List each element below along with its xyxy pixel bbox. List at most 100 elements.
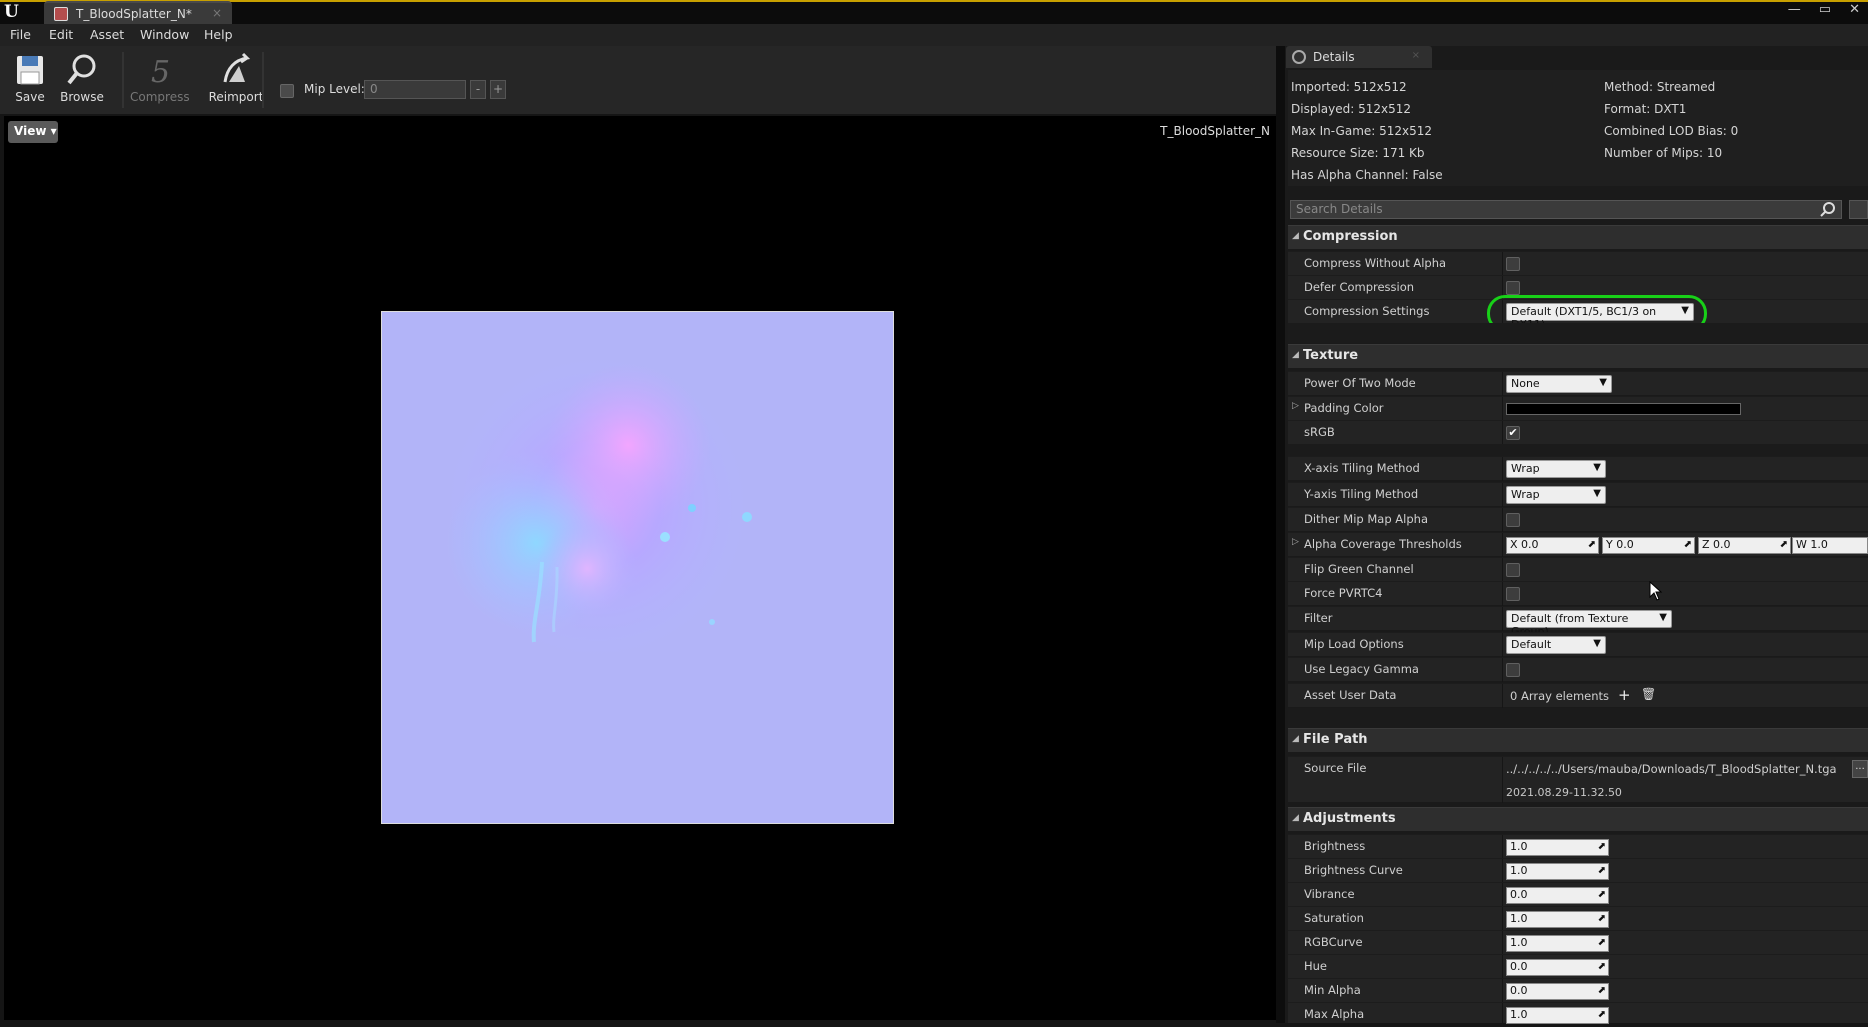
view-options-icon[interactable] xyxy=(1849,200,1868,219)
title-accent-line xyxy=(0,0,1868,2)
drag-icon: ⬈ xyxy=(1779,539,1788,550)
dropdown-value: None xyxy=(1511,377,1540,390)
vector-value: Z 0.0 xyxy=(1702,538,1731,551)
mip-level-checkbox[interactable] xyxy=(280,84,294,98)
compress-without-alpha-checkbox[interactable] xyxy=(1506,257,1520,271)
details-tab-close-icon[interactable]: × xyxy=(1412,50,1420,61)
save-button[interactable]: Save xyxy=(2,52,58,110)
expand-triangle-icon[interactable]: ▷ xyxy=(1292,537,1299,547)
maximize-button[interactable]: ▭ xyxy=(1819,2,1831,22)
row-alpha-coverage: ▷ Alpha Coverage Thresholds X 0.0 ⬈ Y 0.0… xyxy=(1288,532,1868,557)
alpha-coverage-z-input[interactable]: Z 0.0 ⬈ xyxy=(1698,537,1791,554)
vibrance-input[interactable]: 0.0 ⬈ xyxy=(1506,887,1609,904)
view-menu-button[interactable]: View ▾ xyxy=(8,121,58,143)
row-filter: Filter Default (from Texture Group)▼ xyxy=(1288,606,1868,638)
brightness-curve-input[interactable]: 1.0 ⬈ xyxy=(1506,863,1609,880)
info-resource-size: Resource Size: 171 Kb xyxy=(1291,146,1425,160)
category-file-path[interactable]: ◢ File Path xyxy=(1288,728,1868,752)
advanced-expander[interactable] xyxy=(1288,323,1868,343)
force-pvrtc4-checkbox[interactable] xyxy=(1506,587,1520,601)
defer-compression-checkbox[interactable] xyxy=(1506,281,1520,295)
reimport-label: Reimport xyxy=(208,90,264,104)
row-label: Defer Compression xyxy=(1304,280,1415,294)
dither-mip-checkbox[interactable] xyxy=(1506,513,1520,527)
details-search-icon xyxy=(1292,50,1306,64)
alpha-coverage-w-input[interactable]: W 1.0 xyxy=(1792,537,1868,554)
menu-asset[interactable]: Asset xyxy=(90,27,124,42)
alpha-coverage-y-input[interactable]: Y 0.0 ⬈ xyxy=(1602,537,1695,554)
info-imported: Imported: 512x512 xyxy=(1291,80,1407,94)
power-of-two-dropdown[interactable]: None ▼ xyxy=(1506,375,1612,393)
dropdown-arrow-icon: ▼ xyxy=(1659,612,1667,623)
browse-file-button[interactable]: ... xyxy=(1852,760,1868,778)
use-legacy-gamma-checkbox[interactable] xyxy=(1506,663,1520,677)
alpha-coverage-x-input[interactable]: X 0.0 ⬈ xyxy=(1506,537,1599,554)
document-tab-label: T_BloodSplatter_N* xyxy=(76,7,192,21)
category-adjustments[interactable]: ◢ Adjustments xyxy=(1288,807,1868,831)
hue-input[interactable]: 0.0 ⬈ xyxy=(1506,959,1609,976)
menu-help[interactable]: Help xyxy=(204,27,233,42)
min-alpha-input[interactable]: 0.0 ⬈ xyxy=(1506,983,1609,1000)
unreal-logo-icon[interactable]: U xyxy=(4,2,26,22)
add-element-icon[interactable]: + xyxy=(1618,686,1631,704)
info-method: Method: Streamed xyxy=(1604,80,1716,94)
document-tab[interactable]: T_BloodSplatter_N* × xyxy=(44,1,232,24)
mip-decrease-button[interactable]: - xyxy=(470,80,486,99)
search-details-input[interactable]: Search Details xyxy=(1290,200,1842,219)
max-alpha-input[interactable]: 1.0 ⬈ xyxy=(1506,1007,1609,1024)
dropdown-arrow-icon: ▼ xyxy=(1593,488,1601,499)
info-max-in-game: Max In-Game: 512x512 xyxy=(1291,124,1433,138)
row-power-of-two: Power Of Two Mode None ▼ xyxy=(1288,371,1868,396)
search-icon[interactable] xyxy=(1820,201,1836,217)
menu-window[interactable]: Window xyxy=(140,27,189,42)
collapse-triangle-icon: ◢ xyxy=(1292,734,1299,744)
padding-color-swatch[interactable] xyxy=(1506,403,1741,415)
rgbcurve-input[interactable]: 1.0 ⬈ xyxy=(1506,935,1609,952)
row-label: Dither Mip Map Alpha xyxy=(1304,512,1429,526)
filter-dropdown[interactable]: Default (from Texture Group)▼ xyxy=(1506,610,1672,638)
compress-button[interactable]: 5 Compress xyxy=(130,52,190,110)
menu-file[interactable]: File xyxy=(10,27,31,42)
expand-triangle-icon[interactable]: ▷ xyxy=(1292,401,1299,411)
flip-green-checkbox[interactable] xyxy=(1506,563,1520,577)
row-use-legacy-gamma: Use Legacy Gamma xyxy=(1288,657,1868,682)
advanced-collapse[interactable] xyxy=(1288,708,1868,728)
array-count: 0 Array elements xyxy=(1510,689,1610,703)
row-label: Flip Green Channel xyxy=(1304,562,1414,576)
info-displayed: Displayed: 512x512 xyxy=(1291,102,1411,116)
drag-icon: ⬈ xyxy=(1597,961,1606,972)
mip-level-label: Mip Level: xyxy=(304,82,365,96)
reimport-button[interactable]: Reimport xyxy=(206,52,266,110)
category-compression[interactable]: ◢ Compression xyxy=(1288,225,1868,249)
row-hue: Hue 0.0 ⬈ xyxy=(1288,954,1868,979)
mip-increase-button[interactable]: + xyxy=(490,80,506,99)
mip-load-options-dropdown[interactable]: Default ▼ xyxy=(1506,636,1606,654)
y-tiling-dropdown[interactable]: Wrap ▼ xyxy=(1506,486,1606,504)
close-window-button[interactable]: ✕ xyxy=(1849,2,1860,22)
row-dither-mip: Dither Mip Map Alpha xyxy=(1288,507,1868,532)
save-label: Save xyxy=(15,90,45,104)
vector-value: W 1.0 xyxy=(1796,538,1828,551)
row-label: Force PVRTC4 xyxy=(1304,586,1383,600)
saturation-input[interactable]: 1.0 ⬈ xyxy=(1506,911,1609,928)
drag-icon: ⬈ xyxy=(1597,1009,1606,1020)
minimize-button[interactable]: — xyxy=(1788,2,1801,22)
menu-edit[interactable]: Edit xyxy=(49,27,73,42)
browse-button[interactable]: Browse xyxy=(54,52,110,110)
row-vibrance: Vibrance 0.0 ⬈ xyxy=(1288,882,1868,907)
delete-all-icon[interactable]: 🗑 xyxy=(1641,687,1656,701)
srgb-checkbox[interactable]: ✔ xyxy=(1506,426,1520,440)
document-tab-close-icon[interactable]: × xyxy=(212,6,222,20)
row-label: Use Legacy Gamma xyxy=(1304,662,1419,676)
category-label: Adjustments xyxy=(1303,811,1396,826)
panel-splitter[interactable] xyxy=(1276,46,1285,1023)
details-tab[interactable]: Details × xyxy=(1286,46,1432,68)
mip-level-input[interactable]: 0 xyxy=(364,80,466,99)
brightness-input[interactable]: 1.0 ⬈ xyxy=(1506,839,1609,856)
category-texture[interactable]: ◢ Texture xyxy=(1288,344,1868,368)
collapse-triangle-icon: ◢ xyxy=(1292,231,1299,241)
row-label: Y-axis Tiling Method xyxy=(1304,487,1419,501)
mouse-cursor-icon xyxy=(1649,581,1663,601)
dropdown-arrow-icon: ▼ xyxy=(1593,638,1601,649)
x-tiling-dropdown[interactable]: Wrap ▼ xyxy=(1506,460,1606,478)
